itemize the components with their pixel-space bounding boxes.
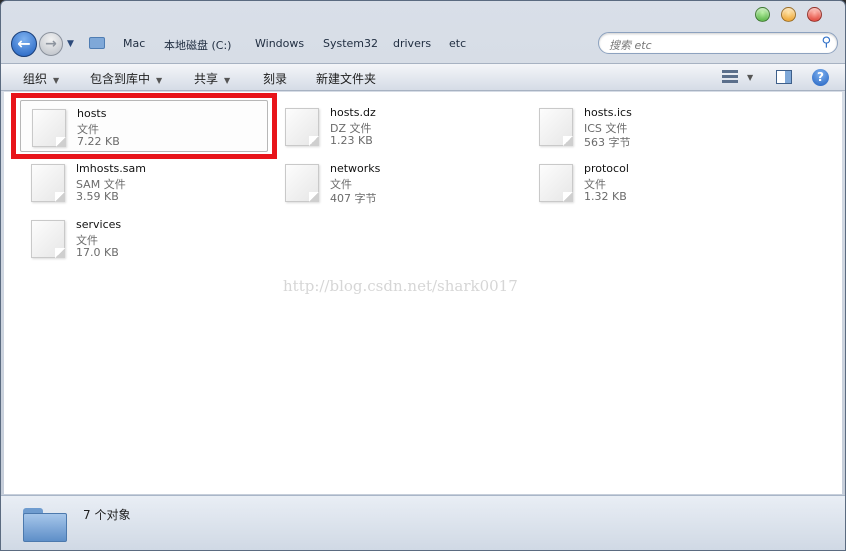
chevron-down-icon: ▼: [156, 76, 163, 85]
back-arrow-icon[interactable]: ←: [11, 31, 37, 57]
file-size: 1.23 KB: [330, 134, 373, 147]
burn-button[interactable]: 刻录: [263, 70, 287, 87]
document-icon: [536, 106, 576, 148]
close-button[interactable]: [807, 7, 822, 22]
forward-arrow-icon[interactable]: →: [39, 32, 63, 56]
file-name: hosts.dz: [330, 106, 376, 119]
file-size: 3.59 KB: [76, 190, 119, 203]
organize-label: 组织: [23, 72, 48, 86]
file-size: 1.32 KB: [584, 190, 627, 203]
command-bar: 组织 ▼ 包含到库中 ▼ 共享 ▼ 刻录 新建文件夹 ▼ ?: [1, 63, 845, 91]
file-size: 17.0 KB: [76, 246, 119, 259]
search-input[interactable]: 搜索 etc ⚲: [598, 32, 838, 54]
document-icon: [28, 162, 68, 204]
folder-icon: [89, 37, 105, 49]
navigation-bar: ← → ▼ Mac 本地磁盘 (C:) Windows System32 dri…: [1, 29, 845, 61]
share-button[interactable]: 共享 ▼: [194, 70, 230, 87]
watermark-text: http://blog.csdn.net/shark0017: [283, 277, 518, 295]
maximize-button[interactable]: [781, 7, 796, 22]
new-folder-button[interactable]: 新建文件夹: [316, 70, 376, 87]
file-item-protocol[interactable]: protocol 文件 1.32 KB: [528, 156, 776, 208]
folder-icon: [23, 508, 67, 542]
title-bar: [1, 1, 845, 29]
document-icon: [28, 218, 68, 260]
breadcrumb-item[interactable]: Mac: [123, 37, 145, 50]
chevron-down-icon: ▼: [53, 76, 60, 85]
document-icon: [282, 162, 322, 204]
share-label: 共享: [194, 72, 219, 86]
file-item-hosts-dz[interactable]: hosts.dz DZ 文件 1.23 KB: [274, 100, 522, 152]
include-library-label: 包含到库中: [90, 72, 151, 86]
search-placeholder: 搜索 etc: [609, 39, 652, 52]
help-icon[interactable]: ?: [812, 69, 829, 86]
file-name: services: [76, 218, 122, 231]
change-view-icon[interactable]: [722, 70, 738, 84]
view-dropdown-icon[interactable]: ▼: [747, 73, 753, 82]
address-bar[interactable]: Mac 本地磁盘 (C:) Windows System32 drivers e…: [83, 31, 658, 57]
include-in-library-button[interactable]: 包含到库中 ▼: [90, 70, 162, 87]
file-list: hosts 文件 7.22 KB hosts.dz DZ 文件 1.23 KB …: [4, 92, 842, 494]
item-count: 7 个对象: [83, 508, 131, 522]
breadcrumb-item[interactable]: Windows: [255, 37, 304, 50]
file-size: 407 字节: [330, 192, 377, 205]
file-size: 563 字节: [584, 136, 631, 149]
search-icon[interactable]: ⚲: [821, 35, 831, 50]
chevron-down-icon: ▼: [224, 76, 231, 85]
file-name: protocol: [584, 162, 629, 175]
preview-pane-icon[interactable]: [776, 70, 792, 84]
file-name: networks: [330, 162, 381, 175]
organize-button[interactable]: 组织 ▼: [23, 70, 59, 87]
file-item-lmhosts-sam[interactable]: lmhosts.sam SAM 文件 3.59 KB: [20, 156, 268, 208]
file-name: lmhosts.sam: [76, 162, 146, 175]
file-item-hosts-ics[interactable]: hosts.ics ICS 文件 563 字节: [528, 100, 776, 152]
file-item-networks[interactable]: networks 文件 407 字节: [274, 156, 522, 208]
document-icon: [536, 162, 576, 204]
status-bar: 7 个对象: [1, 495, 845, 550]
breadcrumb-item[interactable]: etc: [449, 37, 466, 50]
minimize-button[interactable]: [755, 7, 770, 22]
document-icon: [282, 106, 322, 148]
history-dropdown-icon[interactable]: ▼: [67, 39, 74, 49]
breadcrumb-item[interactable]: 本地磁盘 (C:): [164, 37, 231, 53]
breadcrumb-item[interactable]: System32: [323, 37, 378, 50]
file-item-services[interactable]: services 文件 17.0 KB: [20, 212, 268, 264]
red-highlight-annotation: [11, 93, 277, 159]
explorer-window: ← → ▼ Mac 本地磁盘 (C:) Windows System32 dri…: [0, 0, 846, 551]
breadcrumb-item[interactable]: drivers: [393, 37, 431, 50]
file-name: hosts.ics: [584, 106, 632, 119]
